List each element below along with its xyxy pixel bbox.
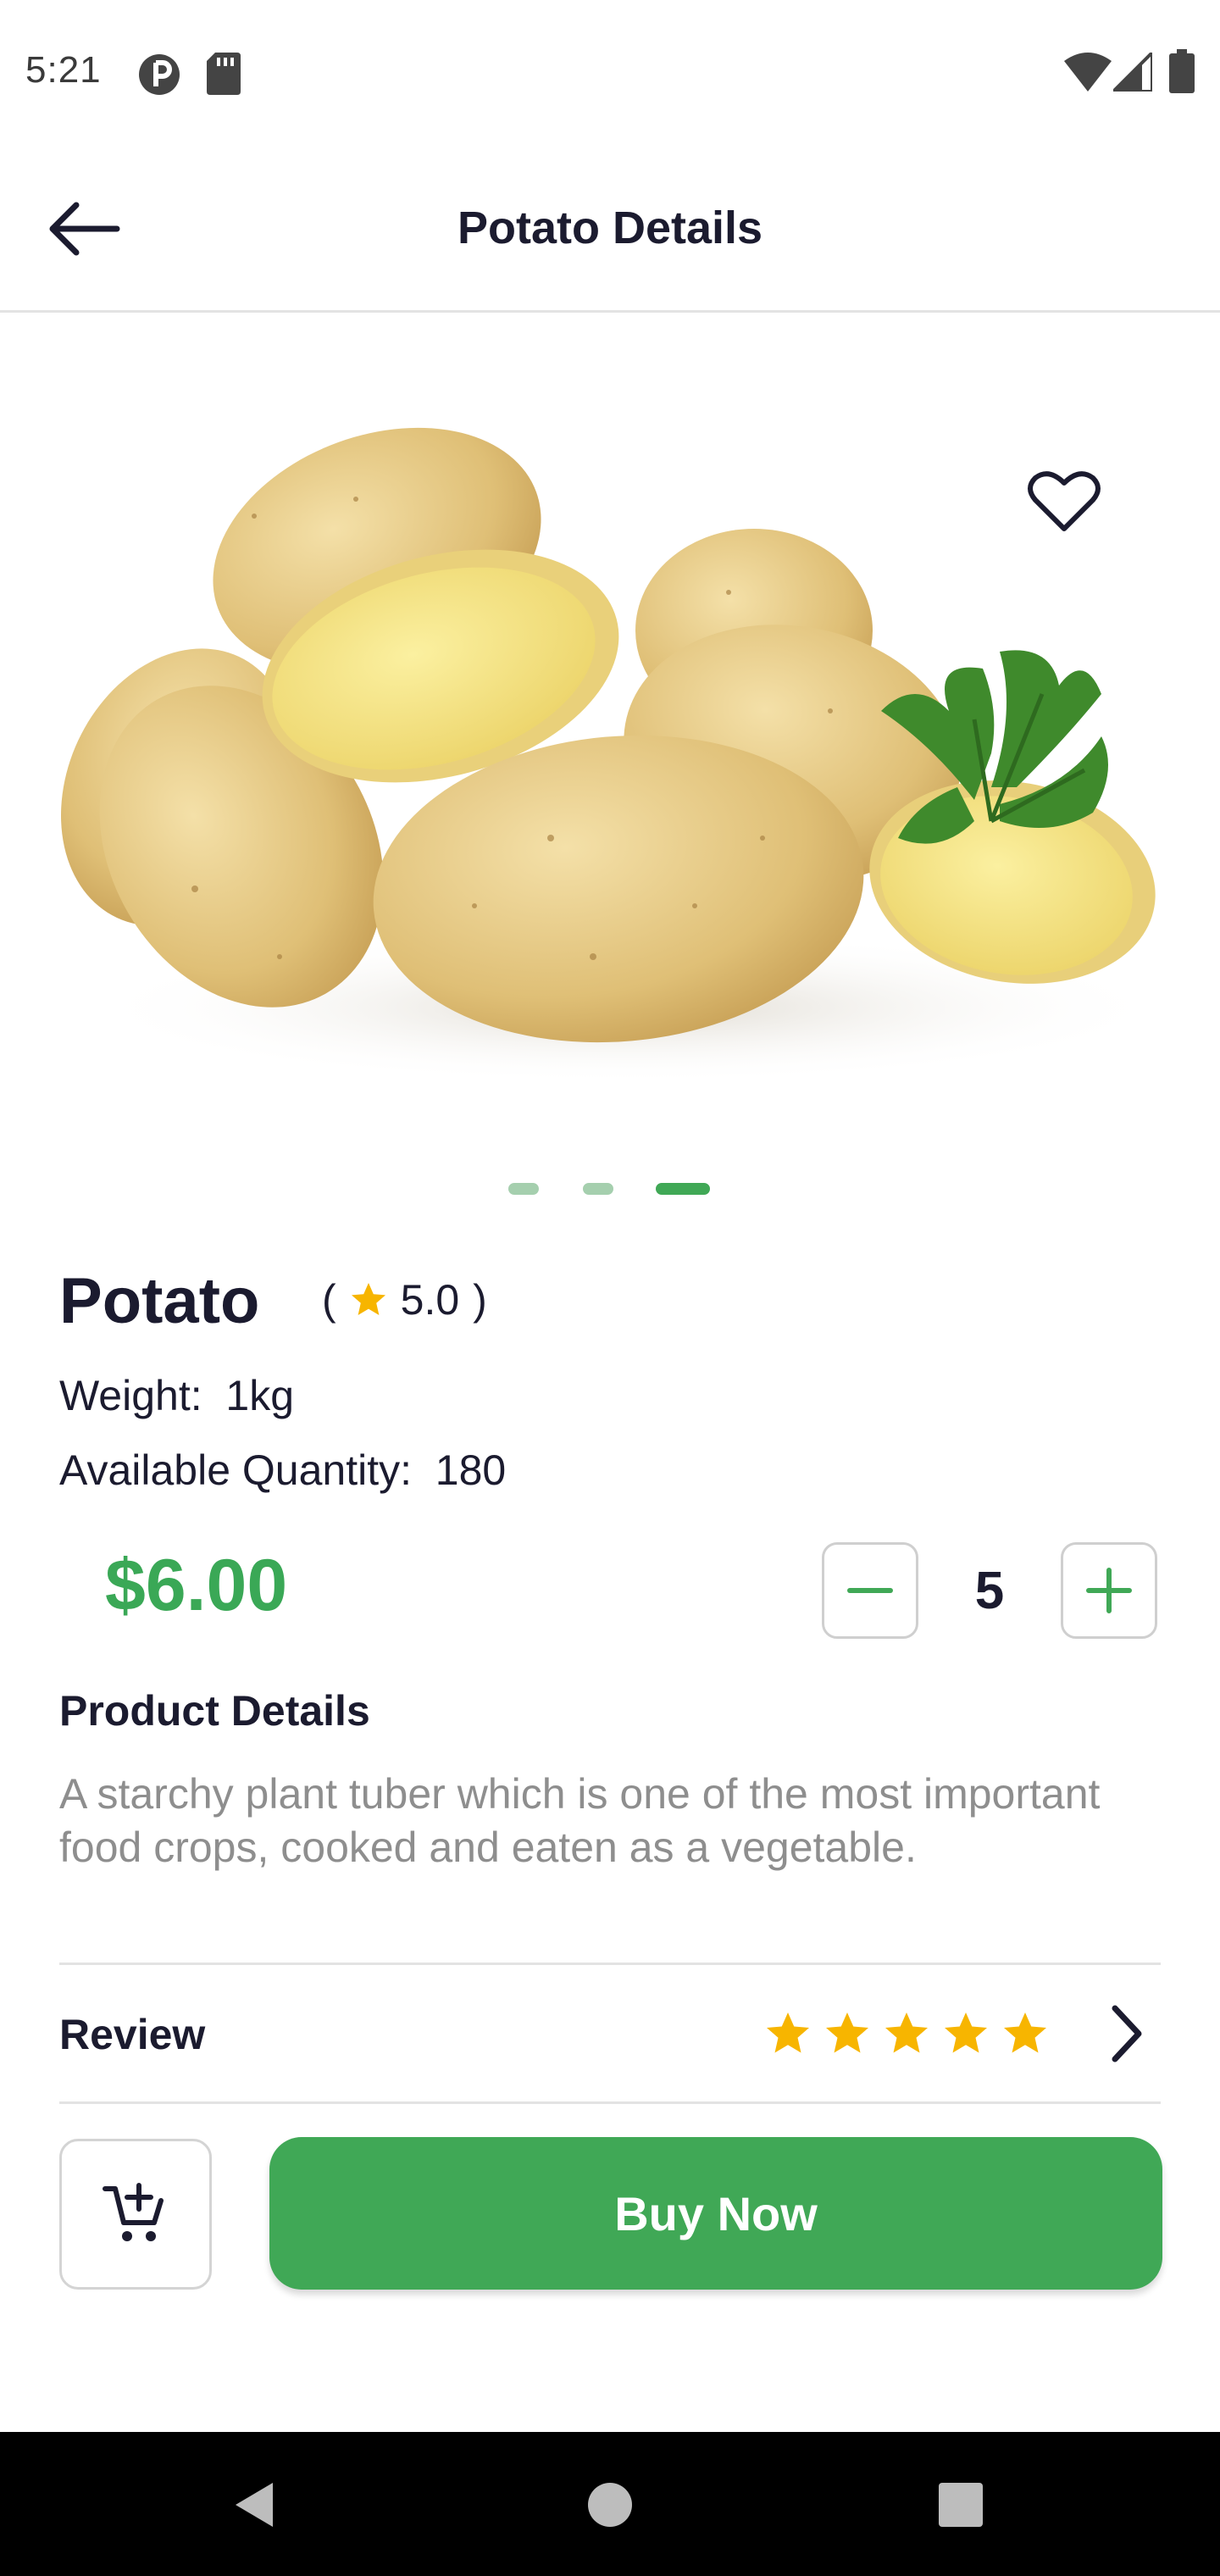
divider xyxy=(59,2101,1161,2104)
status-bar: 5:21 xyxy=(0,0,1220,144)
page-title: Potato Details xyxy=(457,203,763,253)
available-quantity-label: Available Quantity: xyxy=(59,1446,412,1494)
carousel-dot-active[interactable] xyxy=(656,1183,710,1195)
rating-close-paren: ) xyxy=(473,1276,487,1324)
system-navigation-bar xyxy=(0,2432,1220,2576)
heart-outline-icon xyxy=(1028,471,1101,531)
add-to-cart-icon xyxy=(103,2183,164,2241)
rating-open-paren: ( xyxy=(322,1276,336,1324)
chevron-right-icon xyxy=(1112,2005,1142,2062)
rating-value: 5.0 xyxy=(400,1276,460,1324)
favorite-button[interactable] xyxy=(1022,468,1106,536)
review-row[interactable]: Review xyxy=(0,1966,1220,2101)
review-label: Review xyxy=(59,2011,206,2058)
weight-label: Weight: xyxy=(59,1372,202,1419)
app-bar: Potato Details xyxy=(0,144,1220,313)
battery-icon xyxy=(1169,49,1195,93)
wifi-icon xyxy=(1064,53,1112,92)
review-star-icon xyxy=(826,2012,868,2053)
review-star-icon xyxy=(767,2012,809,2053)
carousel-dot[interactable] xyxy=(508,1183,539,1195)
divider xyxy=(59,1963,1161,1965)
product-name: Potato xyxy=(59,1265,260,1337)
plus-icon xyxy=(1086,1568,1132,1613)
carousel-indicator xyxy=(0,1183,1220,1200)
status-time: 5:21 xyxy=(25,49,102,91)
product-image-carousel[interactable] xyxy=(0,313,1220,1126)
weight-value: 1kg xyxy=(225,1372,295,1419)
review-star-icon xyxy=(945,2012,987,2053)
back-triangle-icon[interactable] xyxy=(230,2479,278,2530)
review-stars xyxy=(762,2008,1059,2059)
minus-icon xyxy=(847,1588,893,1593)
increase-quantity-button[interactable] xyxy=(1061,1542,1157,1639)
recents-square-icon[interactable] xyxy=(937,2481,984,2529)
product-details-heading: Product Details xyxy=(59,1687,370,1735)
available-quantity-value: 180 xyxy=(435,1446,507,1494)
review-star-icon xyxy=(1004,2012,1046,2053)
buy-now-button[interactable]: Buy Now xyxy=(269,2137,1162,2290)
product-rating: ( 5.0 ) xyxy=(315,1275,494,1324)
star-icon xyxy=(351,1283,385,1315)
home-circle-icon[interactable] xyxy=(585,2479,635,2530)
quantity-value: 5 xyxy=(974,1562,1005,1620)
decrease-quantity-button[interactable] xyxy=(822,1542,918,1639)
sd-card-icon xyxy=(207,53,241,95)
potato-image xyxy=(61,427,1169,1084)
weight-line: Weight: 1kg xyxy=(59,1371,294,1420)
cell-signal-icon xyxy=(1113,53,1152,92)
review-star-icon xyxy=(885,2012,928,2053)
available-quantity-line: Available Quantity: 180 xyxy=(59,1446,506,1495)
add-to-cart-button[interactable] xyxy=(59,2139,212,2290)
product-description: A starchy plant tuber which is one of th… xyxy=(59,1770,1101,1871)
product-price: $6.00 xyxy=(105,1545,288,1626)
carousel-dot[interactable] xyxy=(583,1183,613,1195)
data-saver-icon xyxy=(139,54,180,95)
